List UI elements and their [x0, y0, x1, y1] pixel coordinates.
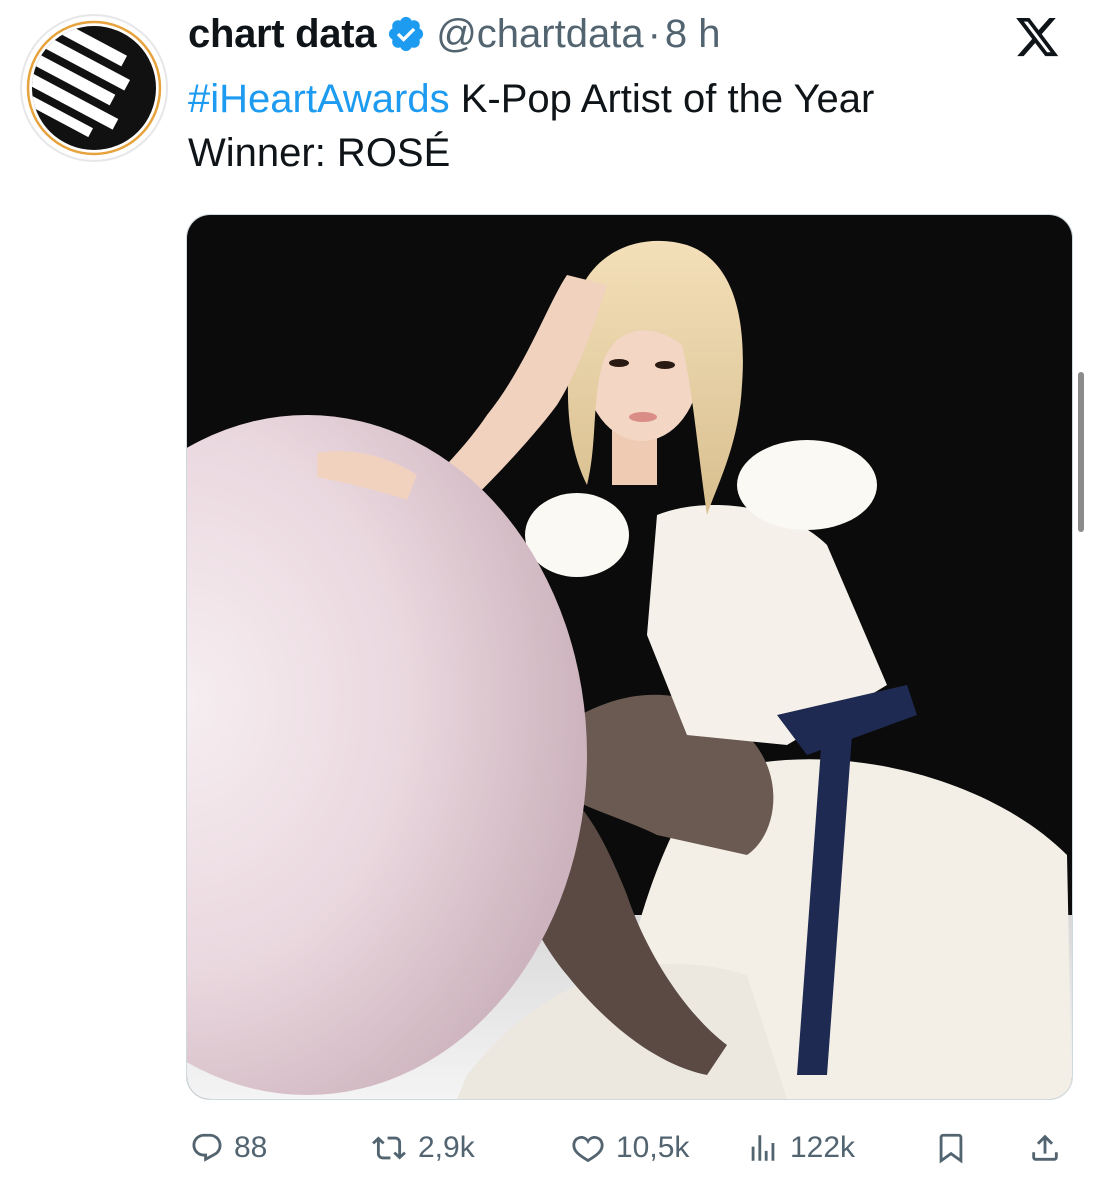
like-icon	[572, 1135, 604, 1163]
views-icon	[751, 1135, 775, 1161]
scrollbar[interactable]	[1078, 372, 1084, 532]
bookmark-button[interactable]	[934, 1122, 968, 1174]
tweet-header: chart data @chartdata · 8 h	[188, 6, 721, 62]
repost-count: 2,9k	[418, 1131, 475, 1164]
like-count: 10,5k	[616, 1131, 690, 1164]
like-button[interactable]: 10,5k	[570, 1122, 689, 1174]
hashtag-link[interactable]: #iHeartAwards	[188, 77, 450, 121]
reply-icon	[192, 1133, 222, 1162]
x-logo-icon	[1016, 18, 1060, 58]
timestamp[interactable]: 8 h	[665, 12, 721, 57]
repost-button[interactable]: 2,9k	[370, 1122, 475, 1174]
separator-dot: ·	[647, 11, 661, 56]
reply-button[interactable]: 88	[190, 1122, 267, 1174]
action-bar: 88 2,9k 10,5k 122k	[186, 1122, 1071, 1174]
avatar[interactable]	[22, 16, 166, 160]
bookmark-icon	[939, 1133, 963, 1164]
views-count: 122k	[790, 1131, 856, 1164]
share-button[interactable]	[1028, 1122, 1062, 1174]
reply-count: 88	[234, 1131, 268, 1164]
tweet-text-line1: K-Pop Artist of the Year	[449, 77, 875, 121]
share-icon	[1032, 1134, 1058, 1161]
user-handle[interactable]: @chartdata	[436, 12, 643, 57]
repost-icon	[372, 1136, 406, 1160]
tweet-photo[interactable]	[186, 214, 1073, 1100]
tweet-card[interactable]: chart data @chartdata · 8 h #iHeartAward…	[0, 0, 1094, 1200]
views-button[interactable]: 122k	[746, 1122, 855, 1174]
tweet-text: #iHeartAwards K-Pop Artist of the Year W…	[188, 72, 1068, 180]
tweet-text-line2: Winner: ROSÉ	[188, 131, 451, 175]
display-name[interactable]: chart data	[188, 12, 376, 57]
chart-data-logo-icon	[22, 16, 164, 158]
verified-badge-icon[interactable]	[386, 14, 426, 54]
